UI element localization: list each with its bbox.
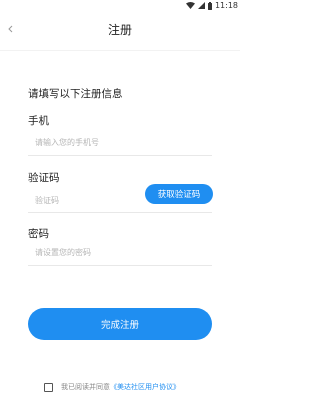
status-time: 11:18	[214, 1, 238, 10]
signal-icon	[197, 2, 205, 9]
password-underline	[28, 265, 212, 266]
get-code-button[interactable]: 获取验证码	[145, 184, 213, 204]
agreement-checkbox[interactable]	[44, 382, 53, 392]
register-screen: 11:18 注册 请填写以下注册信息 手机 验证码 获取验证码 密码 完成注册 …	[0, 0, 240, 400]
header-divider	[0, 50, 240, 51]
phone-input[interactable]	[28, 132, 217, 152]
code-underline	[28, 212, 212, 213]
header: 注册	[0, 11, 240, 49]
page-title: 注册	[107, 23, 132, 37]
status-bar: 11:18	[0, 0, 240, 11]
battery-icon	[207, 1, 212, 10]
submit-register-button[interactable]: 完成注册	[28, 308, 212, 340]
user-agreement-link[interactable]: 《美达社区用户协议》	[110, 382, 180, 392]
form-heading: 请填写以下注册信息	[28, 88, 123, 100]
password-label: 密码	[28, 228, 49, 240]
phone-underline	[28, 155, 212, 156]
phone-label: 手机	[28, 115, 49, 127]
agreement-row: 我已阅读并同意 《美达社区用户协议》	[44, 380, 180, 394]
password-input[interactable]	[28, 242, 217, 262]
status-icons: 11:18	[185, 0, 238, 11]
code-label: 验证码	[28, 172, 60, 184]
wifi-icon	[185, 2, 195, 9]
code-input[interactable]	[28, 190, 143, 210]
agreement-text: 我已阅读并同意	[61, 383, 110, 391]
